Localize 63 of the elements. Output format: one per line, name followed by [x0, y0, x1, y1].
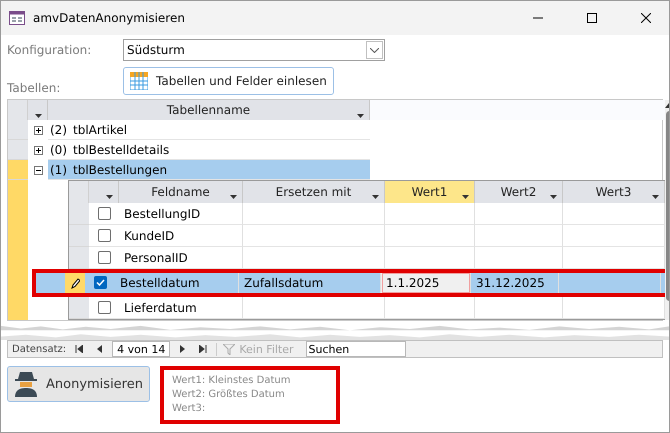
table-cell[interactable]	[243, 297, 385, 319]
minus-icon	[34, 166, 42, 174]
tables-label: Tabellen:	[7, 81, 62, 95]
table-name: tblBestelldetails	[73, 142, 170, 156]
previous-icon	[96, 345, 102, 353]
table-cell[interactable]: Bestelldatum	[115, 272, 239, 294]
maximize-icon	[587, 13, 597, 23]
hint-text: Wert3:	[172, 402, 206, 416]
window-title: amvDatenAnonymisieren	[33, 11, 186, 25]
dropdown-button[interactable]	[366, 41, 383, 59]
column-header[interactable]: Wert2	[475, 181, 563, 203]
first-record-icon	[75, 345, 84, 353]
record-selector[interactable]	[65, 272, 85, 294]
checkbox[interactable]	[98, 229, 110, 242]
table-cell[interactable]: PersonalID	[119, 247, 243, 269]
table-cell[interactable]	[385, 297, 475, 319]
column-header[interactable]: Wert3	[563, 181, 665, 203]
anonymize-button[interactable]: Anonymisieren	[7, 366, 150, 402]
config-value: Südsturm	[127, 43, 185, 57]
search-field[interactable]: Suchen	[306, 341, 406, 357]
minimize-icon	[533, 17, 543, 19]
table-cell[interactable]: Lieferdatum	[119, 297, 243, 319]
table-cell[interactable]: 31.12.2025	[471, 272, 559, 294]
column-header[interactable]	[28, 100, 48, 120]
column-header[interactable]: Tabellenname	[48, 100, 370, 120]
config-combo[interactable]: Südsturm	[123, 39, 385, 61]
hint-text: Wert2: Größtes Datum	[172, 388, 286, 402]
checkbox[interactable]	[98, 251, 110, 264]
table-cell[interactable]	[385, 247, 475, 269]
last-record-icon	[199, 345, 208, 353]
column-header[interactable]: Ersetzen mit	[243, 181, 385, 203]
table-cell[interactable]	[243, 247, 385, 269]
checkbox[interactable]	[98, 207, 110, 220]
plus-icon	[34, 126, 42, 134]
record-position[interactable]: 4 von 14	[112, 341, 170, 357]
config-label: Konfiguration:	[7, 43, 92, 57]
checkmark-icon	[96, 279, 104, 286]
record-label: Datensatz:	[12, 344, 66, 354]
record-count: (0)	[50, 142, 67, 156]
next-icon	[180, 345, 186, 353]
table-name: tblArtikel	[73, 122, 128, 136]
checkbox[interactable]	[98, 301, 110, 314]
checkbox[interactable]	[94, 276, 106, 289]
hint-text: Wert1: Kleinstes Datum	[172, 374, 292, 388]
chevron-down-icon	[370, 48, 379, 52]
close-icon	[641, 13, 651, 23]
table-icon	[130, 72, 148, 90]
record-count: (1)	[50, 162, 67, 176]
table-name: tblBestellungen	[73, 162, 168, 176]
plus-icon	[34, 146, 42, 154]
table-cell[interactable]	[475, 297, 563, 319]
table-cell[interactable]: 1.1.2025	[381, 272, 471, 294]
column-header[interactable]	[89, 181, 119, 203]
column-header[interactable]: Wert1	[385, 181, 475, 203]
table-cell[interactable]	[475, 247, 563, 269]
load-button[interactable]: Tabellen und Felder einlesen	[123, 67, 334, 95]
filter-icon	[223, 344, 236, 354]
record-count: (2)	[50, 122, 67, 136]
column-header[interactable]: Feldname	[119, 181, 243, 203]
table-cell[interactable]: (1) tblBestellungen	[48, 160, 370, 180]
spy-icon	[14, 371, 38, 397]
form-icon	[9, 11, 25, 25]
pencil-icon	[70, 276, 80, 288]
